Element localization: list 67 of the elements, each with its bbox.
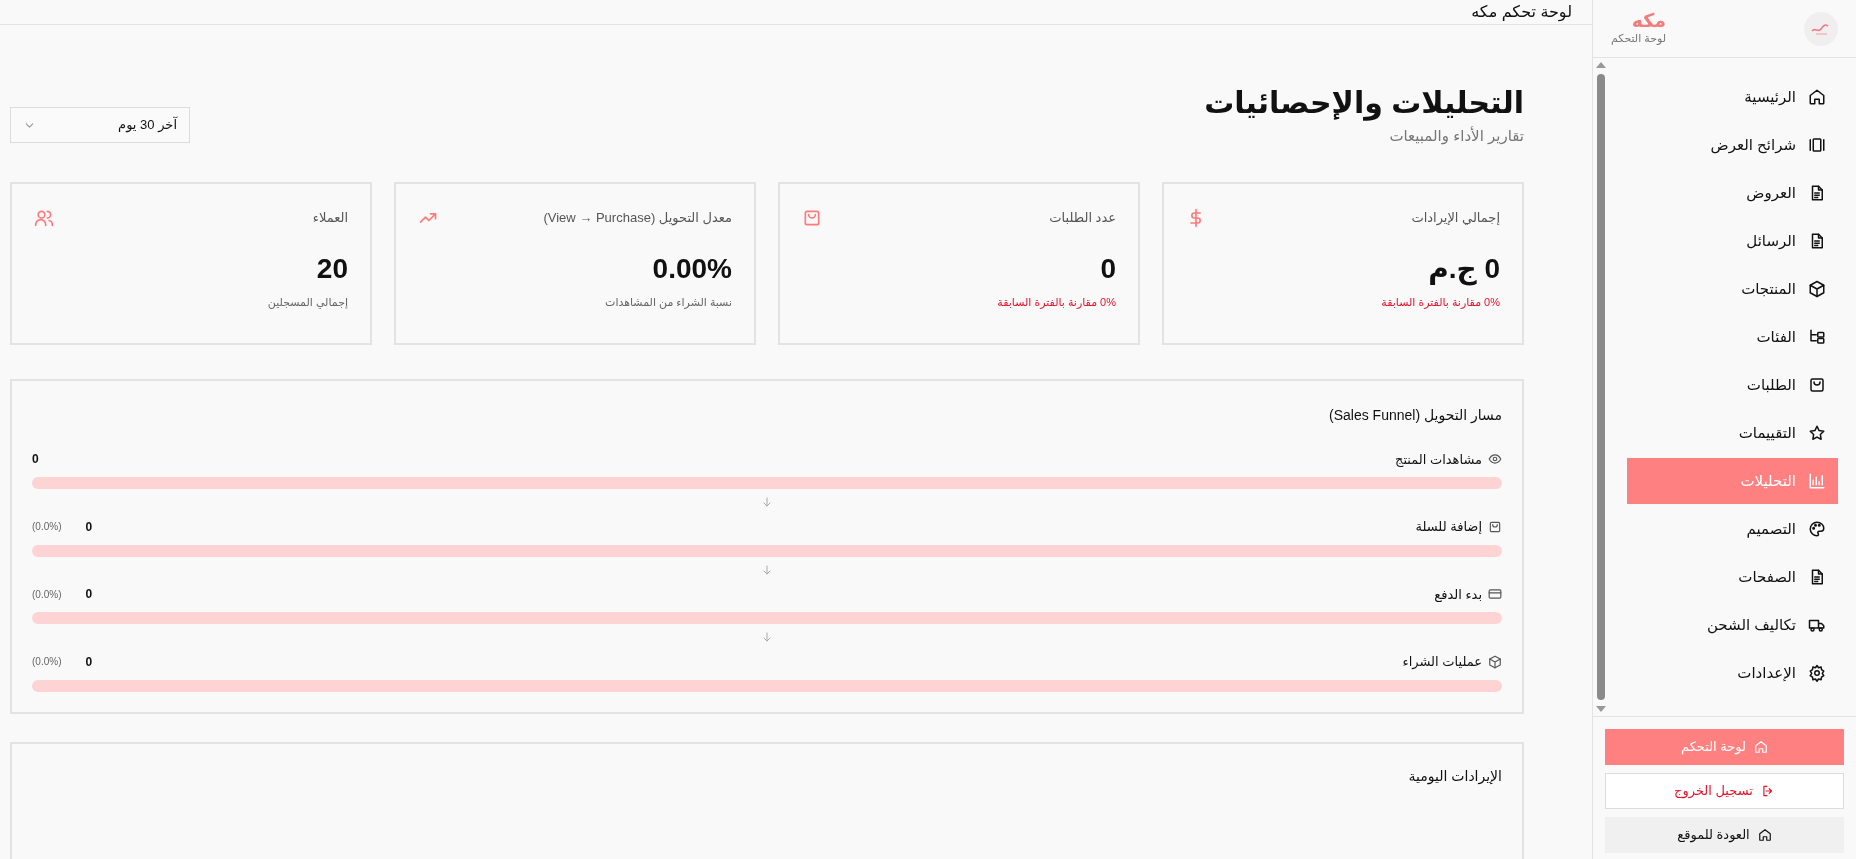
tree-icon bbox=[1808, 328, 1826, 346]
sidebar-item[interactable]: شرائح العرض bbox=[1627, 122, 1838, 168]
funnel-step-label: عمليات الشراء bbox=[1402, 653, 1482, 671]
card-icon bbox=[1488, 587, 1502, 602]
page-title: التحليلات والإحصائيات bbox=[1204, 85, 1524, 121]
period-select[interactable]: آخر 30 يوم bbox=[10, 107, 190, 143]
stat-value: 0.00% bbox=[651, 253, 732, 285]
funnel-step-label: إضافة للسلة bbox=[1415, 518, 1482, 536]
sidebar-item[interactable]: الفئات bbox=[1627, 314, 1838, 360]
arrow-down-icon bbox=[761, 495, 773, 509]
logo-icon bbox=[1804, 11, 1838, 46]
stat-note: نسبة الشراء من المشاهدات bbox=[604, 295, 732, 311]
header-title: لوحة تحكم مكه bbox=[1471, 2, 1572, 24]
logout-icon bbox=[1760, 784, 1775, 798]
bag-icon bbox=[1488, 519, 1502, 534]
stat-label: إجمالي الإيرادات bbox=[1411, 208, 1500, 228]
page-subtitle: تقارير الأداء والمبيعات bbox=[1388, 125, 1524, 147]
stat-value: 20 bbox=[315, 253, 348, 285]
box-icon bbox=[1808, 280, 1826, 298]
sidebar-item[interactable]: العروض bbox=[1627, 170, 1838, 216]
slides-icon bbox=[1808, 136, 1826, 154]
arrow-down-icon bbox=[761, 630, 773, 644]
sidebar-item[interactable]: التصميم bbox=[1627, 506, 1838, 552]
stat-value: 0 ج.م bbox=[1427, 253, 1500, 285]
stat-label: معدل التحويل (View → Purchase) bbox=[543, 208, 732, 228]
funnel-step-label: بدء الدفع bbox=[1434, 585, 1482, 604]
funnel-step-label: مشاهدات المنتج bbox=[1395, 450, 1482, 469]
home-icon bbox=[1757, 828, 1772, 842]
box-icon bbox=[1488, 654, 1502, 669]
scroll-up-arrow[interactable] bbox=[1596, 62, 1606, 68]
logout-button[interactable]: تسجيل الخروج bbox=[1605, 773, 1844, 809]
stat-label: عدد الطلبات bbox=[1049, 208, 1116, 227]
sidebar-item[interactable]: الرئيسية bbox=[1627, 74, 1838, 120]
stat-label: العملاء bbox=[312, 208, 348, 227]
home-icon bbox=[1754, 740, 1768, 754]
settings-icon bbox=[1808, 664, 1826, 682]
stat-note: 0% مقارنة بالفترة السابقة bbox=[1380, 295, 1500, 311]
funnel-count: 0 bbox=[85, 653, 93, 671]
stat-note: إجمالي المسجلين bbox=[266, 295, 348, 311]
brand-subtitle: لوحة التحكم bbox=[1611, 30, 1666, 47]
sidebar-item[interactable]: التقييمات bbox=[1627, 410, 1838, 456]
star-icon bbox=[1808, 424, 1826, 442]
funnel-percent: (0.0%) bbox=[32, 655, 62, 670]
bag-icon bbox=[1808, 376, 1826, 394]
bar-chart-icon bbox=[1808, 472, 1826, 490]
sidebar-item[interactable]: الصفحات bbox=[1627, 554, 1838, 600]
funnel-count: 0 bbox=[85, 586, 93, 604]
stat-note: 0% مقارنة بالفترة السابقة bbox=[996, 295, 1116, 311]
section-title: مسار التحويل (Sales Funnel) bbox=[1328, 405, 1502, 426]
back-to-site-button[interactable]: العودة للموقع bbox=[1605, 817, 1844, 853]
funnel-percent: (0.0%) bbox=[32, 520, 62, 535]
section-title: الإيرادات اليومية bbox=[1407, 766, 1502, 787]
funnel-percent: (0.0%) bbox=[32, 587, 62, 602]
palette-icon bbox=[1808, 520, 1826, 538]
sidebar-item[interactable]: المنتجات bbox=[1627, 266, 1838, 312]
home-icon bbox=[1808, 88, 1826, 106]
sidebar-item[interactable]: الرسائل bbox=[1627, 218, 1838, 264]
sidebar-item[interactable]: تكاليف الشحن bbox=[1627, 602, 1838, 648]
stat-value: 0 bbox=[1099, 253, 1116, 285]
scroll-down-arrow[interactable] bbox=[1596, 706, 1606, 712]
scrollbar-thumb[interactable] bbox=[1597, 74, 1605, 700]
funnel-count: 0 bbox=[85, 518, 93, 536]
sidebar-item[interactable]: الطلبات bbox=[1627, 362, 1838, 408]
sidebar-item[interactable]: الإعدادات bbox=[1627, 650, 1838, 696]
brand-name: مكه bbox=[1630, 10, 1666, 30]
funnel-count: 0 bbox=[32, 451, 39, 469]
eye-icon bbox=[1488, 452, 1502, 467]
